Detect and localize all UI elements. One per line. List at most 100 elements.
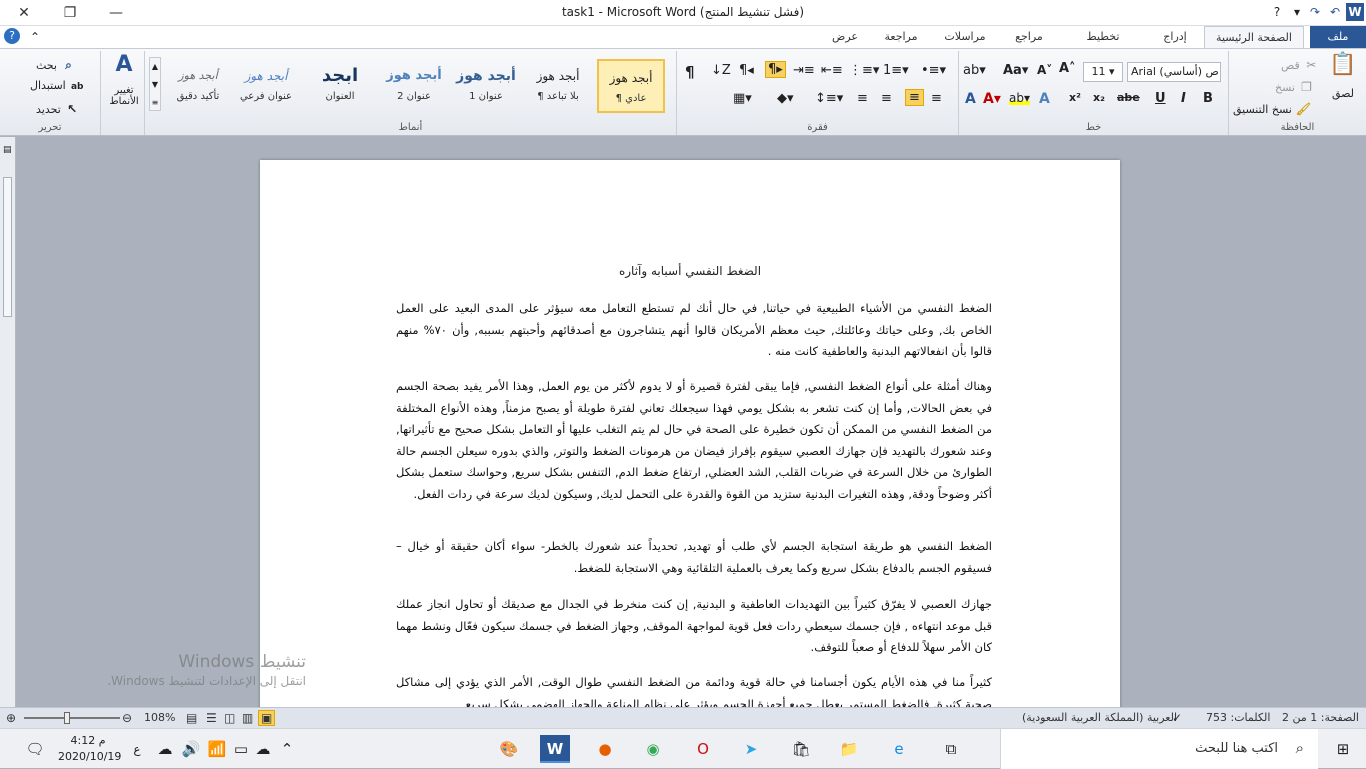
grow-font-button[interactable]: A˄ bbox=[1059, 61, 1076, 76]
highlight-icon[interactable]: ab▾ bbox=[1009, 91, 1030, 105]
change-styles-button[interactable]: A تغيير الأنماط bbox=[107, 54, 141, 108]
help-circle-icon[interactable]: ? bbox=[4, 28, 20, 44]
align-left-icon[interactable]: ≡ bbox=[931, 91, 942, 106]
ltr-icon[interactable]: ¶▸ bbox=[765, 61, 786, 78]
decrease-indent-icon[interactable]: ⇤≡ bbox=[821, 63, 843, 78]
reading-view-icon[interactable]: ▥ bbox=[242, 711, 253, 725]
task-view-icon[interactable]: ⧉ bbox=[936, 735, 966, 763]
style-no-spacing[interactable]: أبجد هوز ¶ بلا تباعد bbox=[527, 59, 589, 113]
scrollbar-thumb[interactable] bbox=[3, 177, 12, 317]
zoom-slider[interactable] bbox=[24, 717, 120, 719]
word-taskbar-icon[interactable]: W bbox=[540, 735, 570, 763]
show-marks-button[interactable]: ¶ bbox=[685, 63, 695, 81]
font-name-select[interactable]: Arial (أساسي) ص bbox=[1127, 62, 1221, 82]
font-group: ab▾ Aa▾ A˅ A˄ 11 ▾ Arial (أساسي) ص A A▾ … bbox=[958, 51, 1228, 135]
page-number[interactable]: الصفحة: 1 من 2 bbox=[1282, 711, 1359, 724]
ruler-toggle-icon[interactable]: ▤ bbox=[3, 145, 12, 155]
tab-file[interactable]: ملف bbox=[1310, 26, 1366, 48]
text-effects-icon[interactable]: ab▾ bbox=[963, 63, 986, 78]
opera-icon[interactable]: O bbox=[688, 735, 718, 763]
rtl-icon[interactable]: ¶◂ bbox=[739, 63, 754, 78]
copy-label: نسخ bbox=[1275, 81, 1295, 94]
paste-button[interactable]: 📋 لصق bbox=[1325, 54, 1361, 101]
vertical-scrollbar[interactable]: ▤ bbox=[0, 137, 16, 707]
style-heading-1[interactable]: أبجد هوز عنوان 1 bbox=[455, 59, 517, 113]
select-button[interactable]: تحديد ↖ bbox=[36, 101, 80, 117]
show-hidden-icons[interactable]: ⌃ bbox=[272, 735, 302, 763]
style-normal[interactable]: أبجد هوز ¶ عادي bbox=[597, 59, 665, 113]
strikethrough-button[interactable]: abe bbox=[1117, 91, 1140, 104]
minimize-ribbon-icon[interactable]: ⌃ bbox=[26, 28, 44, 46]
underline-button[interactable]: U bbox=[1155, 91, 1166, 106]
language-status[interactable]: العربية (المملكة العربية السعودية) bbox=[1022, 711, 1177, 724]
tab-review[interactable]: مراجعة bbox=[874, 26, 928, 48]
shrink-font-button[interactable]: A˅ bbox=[1037, 63, 1052, 77]
styles-scroll-icon[interactable]: ▲ ▼ ≡ bbox=[149, 57, 161, 111]
tab-view[interactable]: عرض bbox=[818, 26, 872, 48]
bold-button[interactable]: B bbox=[1203, 91, 1213, 106]
proofing-icon[interactable]: ✓ bbox=[1172, 711, 1182, 725]
style-title[interactable]: ابجد العنوان bbox=[309, 59, 371, 113]
font-color-icon[interactable]: A▾ bbox=[983, 91, 1001, 107]
find-button[interactable]: بحث ⌕ bbox=[36, 57, 76, 73]
windows-start-icon[interactable]: ⊞ bbox=[1328, 735, 1358, 763]
outline-view-icon[interactable]: ☰ bbox=[206, 711, 217, 725]
edge-icon[interactable]: e bbox=[884, 735, 914, 763]
justify-icon[interactable]: ≡ bbox=[857, 91, 868, 106]
zoom-out-icon[interactable]: ⊖ bbox=[122, 711, 132, 725]
increase-indent-icon[interactable]: ⇥≡ bbox=[793, 63, 815, 78]
telegram-icon[interactable]: ➤ bbox=[736, 735, 766, 763]
italic-button[interactable]: I bbox=[1181, 91, 1186, 106]
zoom-in-icon[interactable]: ⊕ bbox=[6, 711, 16, 725]
sort-icon[interactable]: ↓Z bbox=[711, 63, 731, 78]
format-painter-button[interactable]: نسخ التنسيق 🖌 bbox=[1233, 101, 1311, 117]
text-effects-a-icon[interactable]: A bbox=[1039, 91, 1050, 107]
line-spacing-icon[interactable]: ↕≡▾ bbox=[815, 91, 843, 106]
style-subtitle[interactable]: أبجد هوز عنوان فرعي bbox=[235, 59, 297, 113]
redo-icon[interactable]: ↷ bbox=[1306, 3, 1324, 21]
subscript-button[interactable]: x₂ bbox=[1093, 91, 1105, 104]
word-logo-icon: W bbox=[1346, 3, 1364, 21]
align-center-icon[interactable]: ≡ bbox=[905, 89, 924, 106]
draft-view-icon[interactable]: ▤ bbox=[186, 711, 197, 725]
numbering-icon[interactable]: 1≡▾ bbox=[883, 63, 909, 78]
tab-page-layout[interactable]: تخطيط الصفحة bbox=[1062, 26, 1144, 65]
superscript-button[interactable]: x² bbox=[1069, 91, 1081, 104]
chrome-icon[interactable]: ◉ bbox=[638, 735, 668, 763]
tab-insert[interactable]: إدراج bbox=[1152, 26, 1198, 48]
store-icon[interactable]: 🛍 bbox=[786, 735, 816, 763]
copy-button[interactable]: نسخ ❐ bbox=[1275, 79, 1314, 95]
bullets-icon[interactable]: •≡▾ bbox=[921, 63, 946, 78]
clear-formatting-icon[interactable]: A bbox=[965, 91, 976, 107]
help-icon[interactable]: ? bbox=[1268, 3, 1286, 21]
web-layout-icon[interactable]: ◫ bbox=[224, 711, 235, 725]
tab-home[interactable]: الصفحة الرئيسية bbox=[1204, 26, 1304, 48]
tab-references[interactable]: مراجع bbox=[1004, 26, 1054, 48]
cut-button[interactable]: قص ✂ bbox=[1281, 57, 1319, 73]
multilevel-list-icon[interactable]: ⋮≡▾ bbox=[849, 63, 879, 78]
tab-mailings[interactable]: مراسلات bbox=[934, 26, 996, 48]
customize-qat-icon[interactable]: ▾ bbox=[1288, 3, 1306, 21]
replace-button[interactable]: استبدال ab bbox=[30, 79, 85, 95]
paint-app-icon[interactable]: 🎨 bbox=[494, 735, 524, 763]
editing-group: بحث ⌕ استبدال ab تحديد ↖ تحرير bbox=[0, 51, 100, 135]
document-page[interactable]: الضغط النفسي أسبابه وآثاره الضغط النفسي … bbox=[260, 160, 1120, 720]
style-subtle-emphasis[interactable]: أبجد هوز تأكيد دقيق bbox=[167, 59, 229, 113]
align-right-icon[interactable]: ≡ bbox=[881, 91, 892, 106]
input-language[interactable]: ع bbox=[122, 735, 152, 763]
taskbar-search[interactable]: ⌕ اكتب هنا للبحث bbox=[1000, 729, 1318, 769]
notification-icon[interactable]: 🗨 bbox=[20, 735, 50, 763]
firefox-icon[interactable]: ● bbox=[590, 735, 620, 763]
change-case-button[interactable]: Aa▾ bbox=[1003, 63, 1028, 78]
zoom-slider-thumb[interactable] bbox=[64, 712, 70, 724]
clock[interactable]: 4:12 م 2020/10/19 bbox=[58, 733, 121, 765]
zoom-level[interactable]: 108% bbox=[144, 711, 175, 724]
word-count[interactable]: الكلمات: 753 bbox=[1206, 711, 1270, 724]
borders-icon[interactable]: ▦▾ bbox=[733, 91, 752, 106]
print-layout-icon[interactable]: ▣ bbox=[258, 710, 276, 726]
shading-icon[interactable]: ◆▾ bbox=[777, 91, 794, 106]
file-explorer-icon[interactable]: 📁 bbox=[834, 735, 864, 763]
undo-icon[interactable]: ↶ bbox=[1326, 3, 1344, 21]
style-heading-2[interactable]: أبجد هوز عنوان 2 bbox=[383, 59, 445, 113]
font-size-select[interactable]: 11 ▾ bbox=[1083, 62, 1123, 82]
